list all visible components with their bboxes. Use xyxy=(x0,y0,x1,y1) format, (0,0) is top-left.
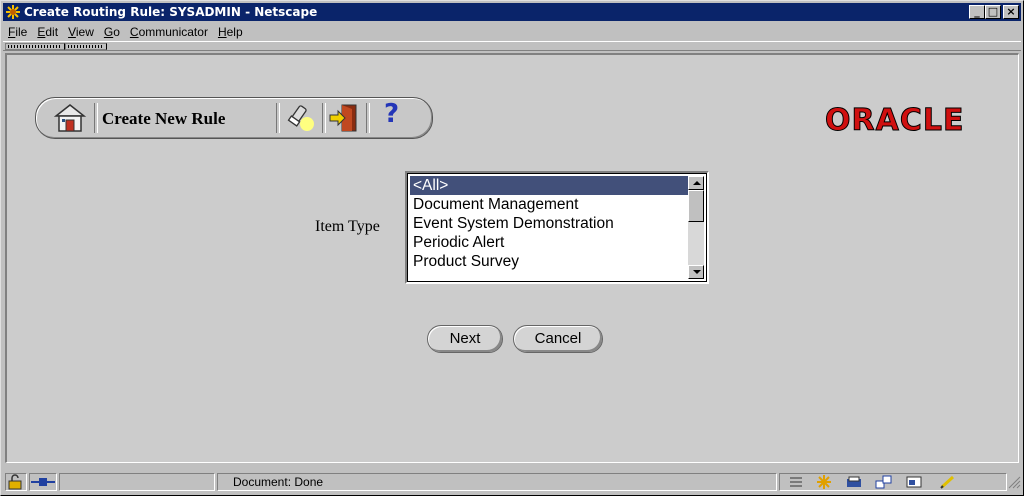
close-button[interactable]: × xyxy=(1003,5,1019,19)
menu-go[interactable]: Go xyxy=(99,25,125,39)
navigation-toolbar-tab[interactable] xyxy=(5,43,65,50)
exit-button[interactable] xyxy=(326,102,362,134)
minimize-button[interactable]: _ xyxy=(969,5,985,19)
arrow-up-icon xyxy=(693,181,701,185)
flashlight-icon xyxy=(287,105,314,131)
list-item[interactable]: Document Management xyxy=(410,195,690,214)
toolbar-strip xyxy=(3,41,1021,51)
arrow-down-icon xyxy=(693,270,701,274)
connection-cell xyxy=(29,473,57,491)
toolbar-title: Create New Rule xyxy=(102,109,226,128)
oracle-logo: ORACLE xyxy=(824,103,965,139)
help-icon: ? xyxy=(384,99,400,129)
list-item[interactable]: Event System Demonstration xyxy=(410,214,690,233)
menu-bar: File Edit View Go Communicator Help xyxy=(3,22,1021,41)
home-button[interactable] xyxy=(50,102,90,134)
page-content: Create New Rule ? ORACLE Item Type <All>… xyxy=(5,53,1019,463)
next-button[interactable]: Next xyxy=(427,325,503,353)
list-item[interactable]: Periodic Alert xyxy=(410,233,690,252)
scroll-thumb[interactable] xyxy=(688,190,704,222)
security-lock-cell[interactable] xyxy=(5,473,27,491)
exit-door-icon xyxy=(329,104,357,132)
menu-view[interactable]: View xyxy=(63,25,99,39)
help-button[interactable]: ? xyxy=(370,99,406,134)
scroll-up-button[interactable] xyxy=(688,176,704,190)
discussion-icon[interactable] xyxy=(875,475,893,489)
scroll-down-button[interactable] xyxy=(688,265,704,279)
list-item[interactable]: <All> xyxy=(410,176,690,195)
menu-help[interactable]: Help xyxy=(213,25,248,39)
location-toolbar-tab[interactable] xyxy=(65,43,107,50)
title-bar: Create Routing Rule: SYSADMIN - Netscape… xyxy=(3,3,1021,21)
list-item[interactable]: Product Survey xyxy=(410,252,690,271)
security-lock-icon xyxy=(8,474,22,490)
menu-edit[interactable]: Edit xyxy=(32,25,63,39)
progress-cell xyxy=(59,473,215,491)
component-bar xyxy=(779,473,1007,491)
netscape-icon xyxy=(5,4,21,20)
resize-grip-icon[interactable] xyxy=(1007,475,1024,489)
window-title: Create Routing Rule: SYSADMIN - Netscape xyxy=(24,5,318,19)
item-type-listbox[interactable]: <All> Document Management Event System D… xyxy=(405,171,709,284)
item-type-label: Item Type xyxy=(315,218,380,235)
maximize-button[interactable]: □ xyxy=(985,5,1001,19)
status-text: Document: Done xyxy=(233,475,324,489)
connection-icon xyxy=(31,478,55,486)
edit-icon[interactable] xyxy=(939,475,957,489)
browser-window: Create Routing Rule: SYSADMIN - Netscape… xyxy=(0,0,1024,496)
navigator-icon[interactable] xyxy=(815,475,833,489)
menu-communicator[interactable]: Communicator xyxy=(125,25,213,39)
menu-file[interactable]: File xyxy=(3,25,32,39)
home-icon xyxy=(53,104,87,132)
listbox-scrollbar[interactable] xyxy=(688,176,704,279)
oracle-app-toolbar: Create New Rule ? xyxy=(35,97,433,139)
status-bar: Document: Done xyxy=(3,471,1021,493)
composer-icon[interactable] xyxy=(905,475,923,489)
mail-icon[interactable] xyxy=(845,475,863,489)
search-button[interactable] xyxy=(284,102,320,134)
cancel-button[interactable]: Cancel xyxy=(513,325,603,353)
component-bar-icon[interactable] xyxy=(787,475,805,489)
